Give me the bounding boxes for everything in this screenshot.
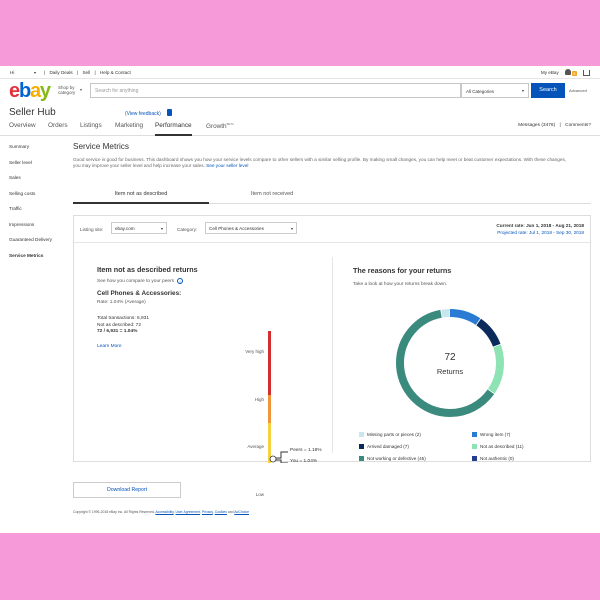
scale-label-low: Low — [255, 492, 264, 497]
tab-orders[interactable]: Orders — [48, 122, 68, 136]
chevron-down-icon[interactable]: ▾ — [34, 70, 36, 75]
sell-link[interactable]: Sell — [82, 70, 90, 75]
top-right-links: My eBay 5 — [541, 69, 590, 76]
footer: Copyright © 1995-2018 eBay Inc. All Righ… — [73, 510, 249, 514]
projected-rate-link[interactable]: Projected rate: Jul 1, 2018 - Sep 30, 20… — [496, 229, 584, 236]
legend-swatch — [359, 456, 364, 461]
separator: | — [559, 123, 561, 128]
legend-item-not-authentic: Not authentic (0) — [472, 456, 514, 461]
tab-growth[interactable]: GrowthBETA — [206, 122, 234, 136]
tab-marketing[interactable]: Marketing — [115, 122, 143, 136]
messages-link[interactable]: Messages (3476) — [518, 123, 555, 128]
comments-link[interactable]: Comments? — [565, 123, 591, 128]
tab-listings[interactable]: Listings — [80, 122, 102, 136]
seller-level-link[interactable]: See your seller level — [206, 163, 248, 168]
section-description: Good service is good for business. This … — [73, 157, 567, 169]
sidebar-item-seller-level[interactable]: Seller level — [9, 160, 52, 176]
legend-item-not-working: Not working or defective (45) — [359, 456, 426, 461]
metrics-panel: Listing site: ebay.com ▾ Category: Cell P… — [73, 215, 591, 497]
legend-swatch — [359, 444, 364, 449]
global-top-bar: Hi ▾ | Daily Deals | Sell | Help & Conta… — [0, 66, 600, 79]
legend-swatch — [359, 432, 364, 437]
metric-tabs: Item not as described Item not received — [73, 184, 591, 204]
peer-gauge-chart — [268, 331, 288, 463]
panel-divider — [332, 257, 333, 453]
separator: | — [94, 70, 96, 75]
sidebar-item-summary[interactable]: Summary — [9, 144, 52, 160]
footer-link-adchoice[interactable]: AdChoice — [234, 510, 249, 514]
help-contact-link[interactable]: Help & Contact — [100, 70, 131, 75]
your-rate: You = 1.04% — [290, 459, 318, 464]
download-report-button[interactable]: Download Report — [73, 482, 181, 498]
legend-item-not-as-described: Not as described (11) — [472, 444, 524, 449]
returns-donut-chart: 72 Returns — [396, 309, 504, 417]
view-feedback-link[interactable]: (View feedback) — [125, 111, 161, 117]
feedback-icon[interactable] — [167, 109, 172, 116]
search-input[interactable]: Search for anything — [90, 83, 461, 98]
beta-badge: BETA — [226, 122, 234, 126]
sidebar: Summary Seller level Sales Selling costs… — [9, 144, 52, 268]
peers-rate: Peers = 1.18% — [290, 448, 322, 453]
sidebar-item-guaranteed-delivery[interactable]: Guaranteed Delivery — [9, 237, 52, 253]
footer-link-accessibility[interactable]: Accessibility — [155, 510, 173, 514]
legend-swatch — [472, 444, 477, 449]
shop-by-category[interactable]: Shop by category — [58, 85, 80, 95]
donut-total-label: Returns — [437, 367, 464, 376]
greeting[interactable]: Hi — [10, 70, 14, 75]
legend-item-arrived-damaged: Arrived damaged (7) — [359, 444, 409, 449]
donut-total: 72 — [444, 352, 456, 363]
hub-nav-right: Messages (3476) | Comments? — [518, 123, 591, 128]
footer-link-user-agreement[interactable]: User Agreement — [176, 510, 201, 514]
chevron-down-icon: ▾ — [521, 88, 524, 93]
tab-item-not-received[interactable]: Item not received — [251, 191, 293, 197]
top-links: | Daily Deals | Sell | Help & Contact — [44, 70, 134, 75]
legend-swatch — [472, 432, 477, 437]
category-select[interactable]: All Categories ▾ — [461, 83, 529, 98]
seller-hub-page: Hi ▾ | Daily Deals | Sell | Help & Conta… — [0, 66, 600, 533]
rate-dates: Current rate: Jun 1, 2018 - Aug 21, 2018… — [496, 222, 584, 236]
ebay-logo[interactable]: ebay — [9, 81, 51, 101]
tab-item-not-as-described[interactable]: Item not as described — [73, 184, 209, 204]
sidebar-item-sales[interactable]: Sales — [9, 175, 52, 191]
notification-badge: 5 — [571, 71, 577, 76]
legend-swatch — [472, 456, 477, 461]
sidebar-item-service-metrics[interactable]: Service Metrics — [9, 253, 52, 269]
daily-deals-link[interactable]: Daily Deals — [49, 70, 72, 75]
sidebar-item-impressions[interactable]: Impressions — [9, 222, 52, 238]
advanced-search-link[interactable]: Advanced — [569, 88, 587, 93]
chevron-down-icon[interactable]: ▾ — [80, 87, 82, 92]
separator: | — [44, 70, 46, 75]
search-button[interactable]: Search — [531, 83, 565, 98]
legend-item-wrong-item: Wrong item (7) — [472, 432, 510, 437]
footer-link-privacy[interactable]: Privacy — [202, 510, 213, 514]
you-marker — [269, 455, 277, 463]
sidebar-item-traffic[interactable]: Traffic — [9, 206, 52, 222]
reasons-title: The reasons for your returns — [353, 266, 452, 275]
gauge-very-high — [268, 331, 271, 395]
separator: | — [77, 70, 79, 75]
tab-performance[interactable]: Performance — [155, 122, 192, 136]
legend-item-missing-parts: Missing parts or pieces (2) — [359, 432, 421, 437]
donut-segments — [396, 309, 504, 417]
my-ebay-link[interactable]: My eBay — [541, 70, 559, 75]
reasons-subtitle: Take a look at how your returns break do… — [353, 282, 448, 287]
sidebar-item-selling-costs[interactable]: Selling costs — [9, 191, 52, 207]
page-title: Seller Hub — [9, 107, 56, 118]
notifications-button[interactable]: 5 — [564, 69, 577, 76]
section-title: Service Metrics — [73, 142, 129, 151]
search-header: ebay Shop by category ▾ Search for anyth… — [0, 80, 600, 102]
gauge-high — [268, 395, 271, 423]
bell-icon — [564, 69, 571, 75]
hub-nav: Overview Orders Listings Marketing Perfo… — [0, 122, 600, 136]
cart-icon[interactable] — [583, 69, 590, 76]
tab-overview[interactable]: Overview — [9, 122, 36, 136]
footer-link-cookies[interactable]: Cookies — [215, 510, 227, 514]
current-rate: Current rate: Jun 1, 2018 - Aug 21, 2018 — [496, 223, 584, 228]
